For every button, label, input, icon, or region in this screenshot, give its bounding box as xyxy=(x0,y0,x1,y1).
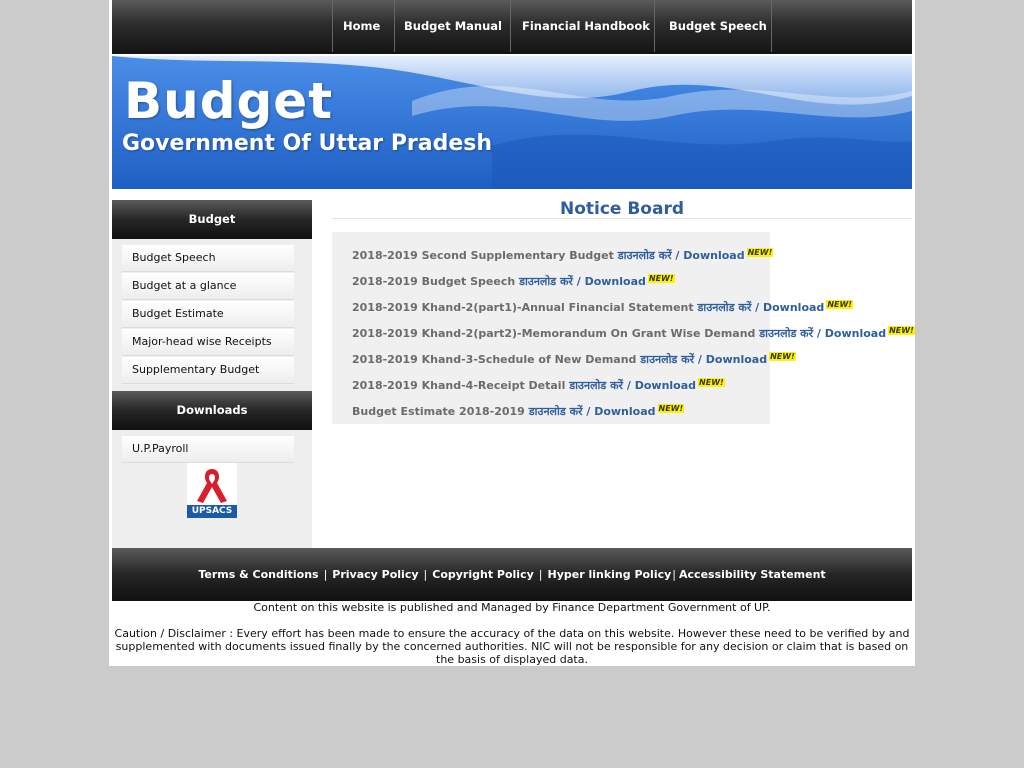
download-link[interactable]: डाउनलोड करें / Download xyxy=(519,275,646,288)
footer-separator: | xyxy=(323,568,328,581)
notice-item: Budget Estimate 2018-2019 डाउनलोड करें /… xyxy=(352,399,912,425)
new-badge-icon: NEW! xyxy=(888,326,915,335)
download-link[interactable]: डाउनलोड करें / Download xyxy=(569,379,696,392)
footer-separator: | xyxy=(538,568,543,581)
sidebar-item-budget-speech[interactable]: Budget Speech xyxy=(122,245,294,272)
upsacs-logo-link[interactable]: UPSACS xyxy=(187,463,237,518)
notice-item-title: 2018-2019 Khand-2(part2)-Memorandum On G… xyxy=(352,327,756,340)
download-link[interactable]: डाउनलोड करें / Download xyxy=(759,327,886,340)
budget-menu: Budget Speech Budget at a glance Budget … xyxy=(122,245,294,385)
notice-board-divider xyxy=(332,218,912,219)
new-badge-icon: NEW! xyxy=(746,248,774,257)
notice-item: 2018-2019 Budget Speech डाउनलोड करें / D… xyxy=(352,269,912,295)
footer-links-bar: Terms & Conditions | Privacy Policy | Copyri… xyxy=(112,548,912,601)
sidebar-item-budget-at-a-glance[interactable]: Budget at a glance xyxy=(122,273,294,300)
nav-financial-handbook[interactable]: Financial Handbook xyxy=(522,0,650,52)
downloads-menu: U.P.Payroll xyxy=(122,436,294,464)
notice-item-title: 2018-2019 Khand-3-Schedule of New Demand xyxy=(352,353,637,366)
footer-separator: | xyxy=(672,568,677,581)
footer-link-accessibility[interactable]: Accessibility Statement xyxy=(679,568,826,581)
notice-item-title: 2018-2019 Budget Speech xyxy=(352,275,516,288)
new-badge-icon: NEW! xyxy=(698,378,725,387)
notice-item: 2018-2019 Khand-4-Receipt Detail डाउनलोड… xyxy=(352,373,912,399)
sidebar-item-up-payroll[interactable]: U.P.Payroll xyxy=(122,436,294,463)
page-container: Home Budget Manual Financial Handbook Bu… xyxy=(109,0,915,666)
nav-separator xyxy=(394,0,395,52)
download-link[interactable]: डाउनलोड करें / Download xyxy=(640,353,767,366)
new-badge-icon: NEW! xyxy=(647,274,675,283)
sidebar-item-major-head-receipts[interactable]: Major-head wise Receipts xyxy=(122,329,294,356)
nav-home[interactable]: Home xyxy=(343,0,380,52)
new-badge-icon: NEW! xyxy=(657,404,685,413)
sidebar-header-downloads: Downloads xyxy=(112,391,312,430)
nav-separator xyxy=(510,0,511,52)
notice-item: 2018-2019 Second Supplementary Budget डा… xyxy=(352,243,912,269)
footer-link-hyperlinking[interactable]: Hyper linking Policy xyxy=(547,568,671,581)
notice-item-title: 2018-2019 Second Supplementary Budget xyxy=(352,249,614,262)
notice-item: 2018-2019 Khand-2(part1)-Annual Financia… xyxy=(352,295,912,321)
notice-item: 2018-2019 Khand-2(part2)-Memorandum On G… xyxy=(352,321,915,347)
header-banner: Budget Government Of Uttar Pradesh xyxy=(112,56,912,189)
notice-item-title: 2018-2019 Khand-4-Receipt Detail xyxy=(352,379,566,392)
top-navigation-bar: Home Budget Manual Financial Handbook Bu… xyxy=(112,0,912,54)
nav-separator xyxy=(771,0,772,52)
new-badge-icon: NEW! xyxy=(769,352,796,361)
new-badge-icon: NEW! xyxy=(826,300,853,309)
sidebar-item-budget-estimate[interactable]: Budget Estimate xyxy=(122,301,294,328)
sidebar-item-supplementary-budget[interactable]: Supplementary Budget xyxy=(122,357,294,384)
notice-board-title: Notice Board xyxy=(559,199,685,219)
nav-separator xyxy=(654,0,655,52)
download-link[interactable]: डाउनलोड करें / Download xyxy=(529,405,656,418)
red-ribbon-icon xyxy=(187,463,237,505)
upsacs-label: UPSACS xyxy=(187,505,237,518)
banner-title: Budget xyxy=(124,72,334,130)
sidebar: Budget Budget Speech Budget at a glance … xyxy=(112,200,312,548)
footer-link-terms[interactable]: Terms & Conditions xyxy=(198,568,318,581)
sidebar-header-budget: Budget xyxy=(112,200,312,239)
footer-link-copyright[interactable]: Copyright Policy xyxy=(432,568,534,581)
notice-list: 2018-2019 Second Supplementary Budget डा… xyxy=(352,243,915,425)
banner-subtitle: Government Of Uttar Pradesh xyxy=(122,131,493,156)
download-link[interactable]: डाउनलोड करें / Download xyxy=(618,249,745,262)
footer-separator: | xyxy=(423,568,428,581)
managed-by-text: Content on this website is published and… xyxy=(253,601,771,614)
notice-item-title: 2018-2019 Khand-2(part1)-Annual Financia… xyxy=(352,301,694,314)
footer-link-privacy[interactable]: Privacy Policy xyxy=(332,568,418,581)
download-link[interactable]: डाउनलोड करें / Download xyxy=(697,301,824,314)
nav-budget-speech[interactable]: Budget Speech xyxy=(669,0,767,52)
nav-separator xyxy=(332,0,333,52)
disclaimer-text: Caution / Disclaimer : Every effort has … xyxy=(114,627,910,666)
nav-budget-manual[interactable]: Budget Manual xyxy=(404,0,502,52)
notice-item-title: Budget Estimate 2018-2019 xyxy=(352,405,525,418)
notice-item: 2018-2019 Khand-3-Schedule of New Demand… xyxy=(352,347,912,373)
